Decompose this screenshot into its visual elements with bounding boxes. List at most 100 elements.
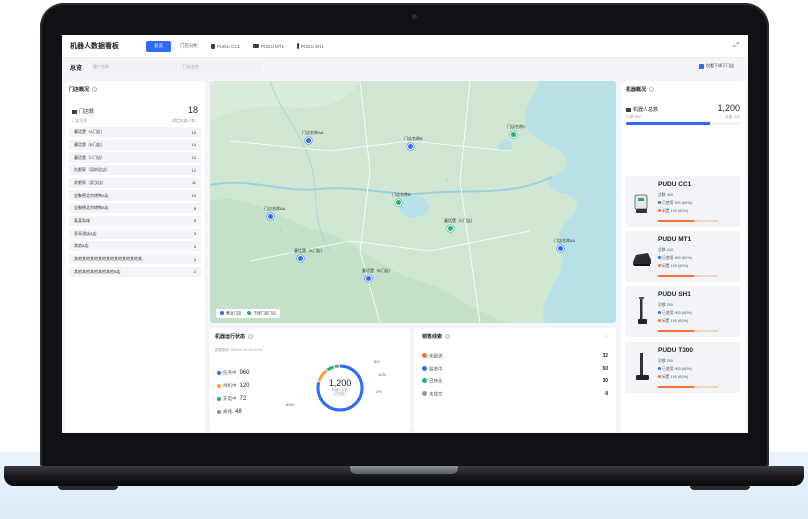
lead-row[interactable]: 未成交 8 xyxy=(422,388,608,401)
store-row[interactable]: 全聚德北京烤鸭A店 10 xyxy=(69,190,201,201)
location-pin-icon xyxy=(556,245,564,252)
only-offline-checkbox[interactable]: 仅看下线下门店 xyxy=(699,63,734,69)
robot-used-text: 已使用 900 (60%) xyxy=(662,367,692,371)
customer-select[interactable]: 客户名称 xyxy=(90,62,177,72)
map-city-label: ○ xyxy=(314,146,316,150)
store-row[interactable]: 亚朵酒店A店 3 xyxy=(69,228,201,239)
map-city-label: ○ xyxy=(446,178,448,182)
status-value: 960 xyxy=(239,369,250,376)
tab-pudu-mt1[interactable]: PUDU MT1 xyxy=(249,41,288,52)
lead-count: 30 xyxy=(602,378,608,385)
store-row[interactable]: 童话堡（C门店） 13 xyxy=(69,152,201,163)
tab-overview[interactable]: 总览 xyxy=(146,40,171,52)
online-count: 已联 880 xyxy=(626,115,641,119)
col-robot-count[interactable]: 绑定机器人数 ↕ xyxy=(172,119,198,124)
robot-total: 总数 400 xyxy=(658,193,673,197)
lead-row[interactable]: 未跟进 32 xyxy=(422,350,608,363)
store-robot-count: 8 xyxy=(193,205,196,211)
robot-used: 已使用 900 (60%) xyxy=(658,201,692,206)
robot-total: 总数 200 xyxy=(658,303,673,307)
filter-bar: 总览 客户名称 门店名称 xyxy=(62,59,748,75)
store-select[interactable]: 门店名称 xyxy=(180,62,261,72)
store-row[interactable]: 其他其他其他其他其他其他其他其他其... 3 xyxy=(69,253,201,265)
status-value: 72 xyxy=(239,395,247,402)
status-label: 离线 xyxy=(223,408,232,414)
robot-card[interactable]: PUDU CC1 总数 400 已使用 900 (60%) 闲置 100 (60%) xyxy=(626,176,740,227)
robot-card[interactable]: PUDU T300 总数 200 已使用 900 (60%) 闲置 100 (60%) xyxy=(626,342,740,393)
robot-thumbnail xyxy=(632,240,652,272)
store-row[interactable]: 全聚德北京烤鸭B店 8 xyxy=(69,203,201,214)
laptop-stage: 机器人数据看板 总览 门店分析 PUDU CC1 PUDU MT1 PUDU S… xyxy=(0,0,808,519)
store-name: 全聚德北京烤鸭B店 xyxy=(74,205,109,211)
legend-label: 营业门店 xyxy=(226,311,242,315)
status-dot xyxy=(217,383,221,388)
lead-row[interactable]: 已转化 30 xyxy=(422,375,608,388)
map-marker-label: 门店名称AA xyxy=(554,238,576,243)
status-label: 充电中 xyxy=(223,395,237,401)
location-pin-icon xyxy=(304,137,312,144)
panel-title-text: 销售线索 xyxy=(422,334,443,340)
pct-idle: 10% xyxy=(378,372,387,377)
lead-count: 32 xyxy=(602,353,608,360)
store-row[interactable]: 台野家（深圳总店） 12 xyxy=(69,165,201,176)
panel-title: 门店概况? xyxy=(69,86,201,93)
robot-total-unit: (已绑定) xyxy=(334,392,346,396)
help-icon[interactable]: ? xyxy=(649,87,655,92)
tab-pudu-sh1[interactable]: PUDU SH1 xyxy=(293,41,328,52)
store-name: 苏野家（武汉店） xyxy=(74,179,106,185)
used-dot xyxy=(658,311,661,314)
robot-idle-text: 闲置 100 (60%) xyxy=(662,375,689,379)
idle-progress-bar xyxy=(658,220,718,222)
help-icon[interactable]: ? xyxy=(92,87,98,92)
store-count-text: 门店数 xyxy=(79,109,95,115)
store-row[interactable]: 童话堡（B门店） 14 xyxy=(69,139,201,150)
tab-pudu-cc1[interactable]: PUDU CC1 xyxy=(207,41,244,52)
help-icon[interactable]: ? xyxy=(445,334,451,339)
robot-idle: 闲置 100 (60%) xyxy=(658,264,688,269)
store-row[interactable]: 苏野家（武汉店） 11 xyxy=(69,177,201,189)
legend-offline-stores[interactable]: 下线门店门店 xyxy=(247,310,276,317)
top-bar: 机器人数据看板 总览 门店分析 PUDU CC1 PUDU MT1 PUDU S… xyxy=(62,35,748,58)
cleaning-robot-icon xyxy=(211,43,215,49)
robot-card[interactable]: PUDU SH1 总数 200 已使用 900 (60%) 闲置 100 (60%) xyxy=(626,286,740,337)
chevron-right-icon[interactable]: › xyxy=(605,334,607,340)
sales-leads-panel: 销售线索? › 未跟进 32 跟进中 50 已转化 30 未成交 8 xyxy=(414,328,616,432)
status-legend-item: 任务中 960 xyxy=(217,366,250,379)
store-count-label: 门店数 xyxy=(72,108,94,115)
robot-total-label: 机器人总数 xyxy=(626,106,658,113)
robot-idle: 闲置 100 (60%) xyxy=(658,375,688,380)
store-row[interactable]: 其他其他其他其他其他B店 2 xyxy=(69,266,201,277)
store-map[interactable]: ○ ○ ○ ○ 门店名称AA 门店名称AA 门店名称B 门店名称C 童话堡（A门店） 童话… xyxy=(210,81,616,323)
legend-open-stores[interactable]: 营业门店 xyxy=(220,310,242,317)
map-canvas[interactable]: ○ ○ ○ ○ xyxy=(210,81,616,323)
idle-progress-fill xyxy=(658,220,694,222)
store-row[interactable]: 童话堡（A门店） 15 xyxy=(69,127,201,138)
dashboard-screen: 机器人数据看板 总览 门店分析 PUDU CC1 PUDU MT1 PUDU S… xyxy=(62,35,748,433)
robot-idle-text: 闲置 100 (60%) xyxy=(662,264,689,268)
status-donut: 1,200 机器人总数 (已绑定) xyxy=(310,358,370,418)
robot-total: 总数 400 xyxy=(658,248,673,252)
status-value: 48 xyxy=(235,408,242,415)
idle-progress-bar xyxy=(658,275,718,277)
map-marker-label: 童话堡（C门店） xyxy=(444,218,475,223)
lead-row[interactable]: 跟进中 50 xyxy=(422,363,608,376)
lead-count: 50 xyxy=(602,365,608,372)
help-icon[interactable]: ? xyxy=(248,334,254,339)
robot-used-text: 已使用 900 (60%) xyxy=(662,256,692,260)
store-name: 全聚德北京烤鸭A店 xyxy=(74,192,109,198)
tab-store-analysis[interactable]: 门店分析 xyxy=(176,41,202,52)
legend-dot xyxy=(220,310,224,315)
robot-status-panel: 机器运行状态? 数据更新 2025.01.05 20:00:05 任务中 960 待… xyxy=(210,328,410,432)
laptop-foot-right xyxy=(690,486,750,490)
store-name: 其他A店 xyxy=(74,243,89,249)
store-row[interactable]: 某某私域 5 xyxy=(69,215,201,227)
store-row[interactable]: 其他A店 3 xyxy=(69,241,201,252)
robot-card[interactable]: PUDU MT1 总数 400 已使用 900 (60%) 闲置 100 (60%) xyxy=(626,231,740,282)
sweeper-robot-icon xyxy=(253,44,260,48)
location-pin-icon xyxy=(394,199,402,206)
map-city-label: ○ xyxy=(406,118,408,122)
fullscreen-icon[interactable]: ⤢ xyxy=(733,42,739,50)
store-name: 某某私域 xyxy=(74,217,90,223)
location-pin-icon xyxy=(364,275,372,282)
robot-idle-text: 闲置 100 (60%) xyxy=(662,319,689,323)
